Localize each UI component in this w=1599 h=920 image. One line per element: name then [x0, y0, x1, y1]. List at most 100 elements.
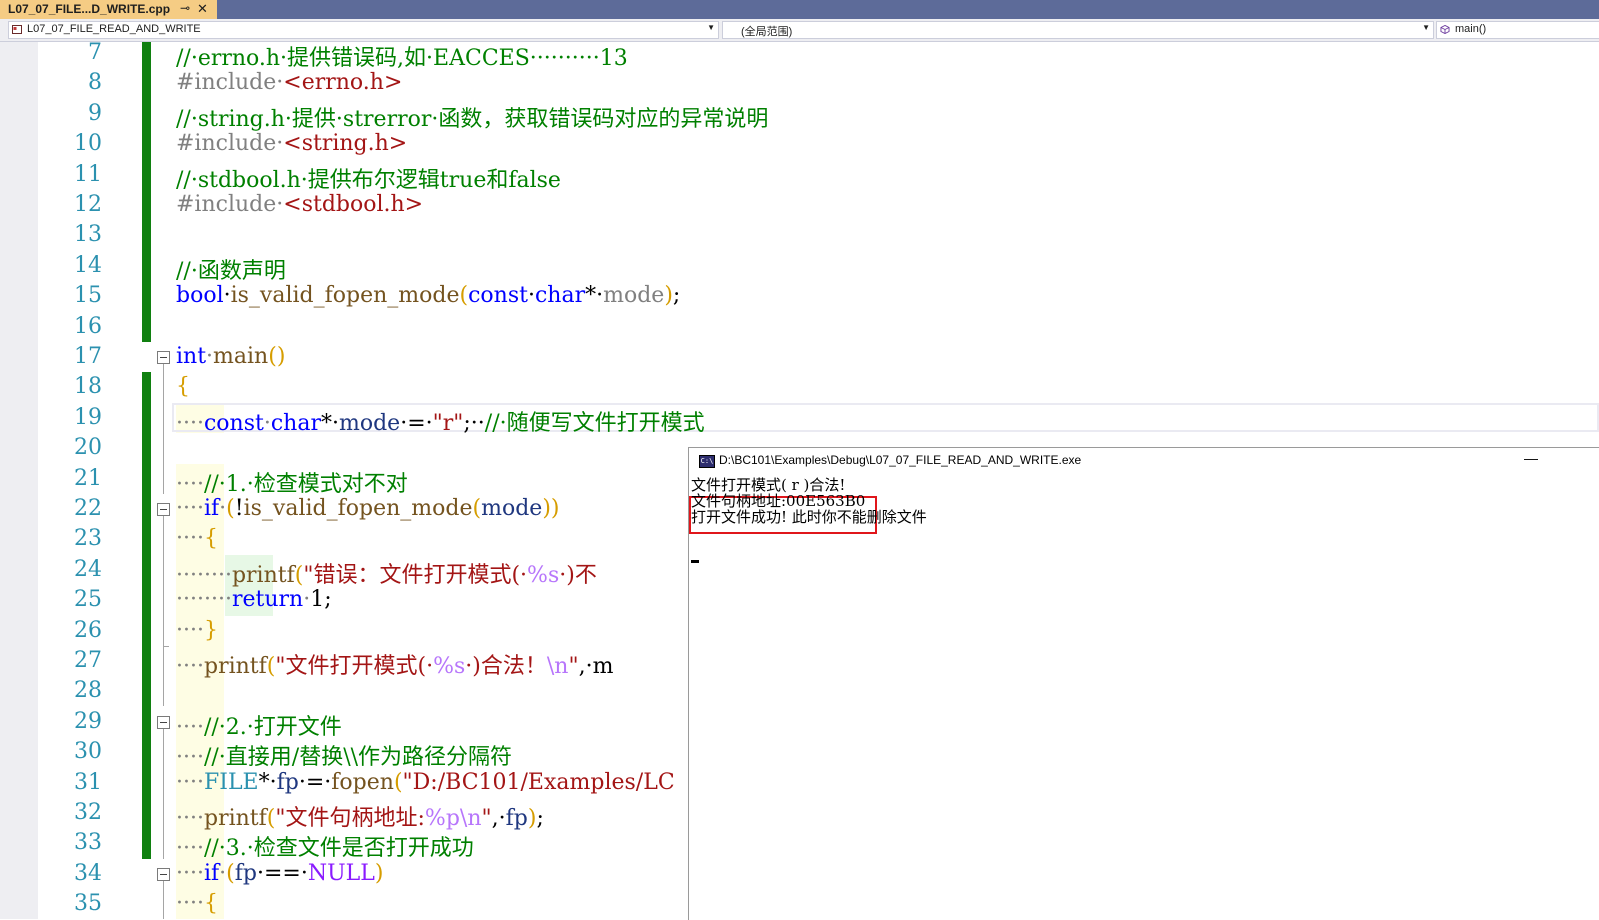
code-line[interactable]: ····if·(!is_valid_fopen_mode(mode))	[176, 496, 560, 521]
line-number: 34	[74, 860, 102, 886]
collapse-if-icon[interactable]	[157, 868, 170, 881]
line-number: 24	[74, 556, 102, 582]
parameter-name: mode	[603, 283, 665, 309]
keyword: char	[534, 283, 586, 309]
code-line[interactable]: ····//·1.·检查模式对不对	[176, 466, 408, 498]
line-number: 12	[74, 192, 102, 217]
line-number: 7	[88, 42, 102, 65]
code-line[interactable]: //·stdbool.h·提供布尔逻辑true和false	[176, 162, 561, 194]
fold-guide	[163, 729, 164, 859]
string-literal: ·)合法！	[465, 654, 547, 679]
code-line[interactable]: int·main()	[176, 344, 285, 369]
code-line[interactable]: //·string.h·提供·strerror·函数，获取错误码对应的异常说明	[176, 101, 768, 133]
comment-text: //·1.·检查模式对不对	[203, 471, 408, 497]
variable-name: fp	[505, 806, 528, 831]
variable-name: mode	[338, 410, 401, 436]
member-dropdown[interactable]: main()	[1436, 21, 1599, 39]
include-header: <stdbool.h>	[283, 192, 424, 217]
format-specifier: %s	[433, 654, 466, 679]
pin-tab-icon[interactable]: ⊸	[180, 1, 190, 15]
member-dropdown-value: main()	[1455, 23, 1487, 35]
chevron-down-icon[interactable]: ▼	[1422, 23, 1430, 32]
keyword: int	[176, 344, 207, 369]
scope-dropdown[interactable]: (全局范围) ▼	[722, 21, 1434, 39]
code-line[interactable]: ····//·直接用/替换\\作为路径分隔符	[176, 739, 512, 771]
code-line[interactable]: #include·<string.h>	[176, 131, 407, 156]
collapse-main-icon[interactable]	[157, 351, 170, 364]
function-name: printf	[203, 654, 267, 679]
line-number: 26	[74, 617, 102, 643]
keyword: return	[231, 587, 304, 613]
code-line[interactable]: #include·<errno.h>	[176, 70, 402, 95]
change-tracking-bar	[142, 372, 151, 859]
comment-text: //·函数声明	[176, 258, 286, 284]
fold-guide	[163, 364, 164, 494]
collapse-comment-icon[interactable]	[157, 716, 170, 729]
line-number: 13	[74, 222, 102, 248]
code-line[interactable]: ····const·char*·mode·=·"r";··//·随便写文件打开模…	[176, 405, 705, 437]
string-literal: "r"	[432, 410, 464, 436]
code-line[interactable]: //·函数声明	[176, 253, 286, 285]
variable-name: fp	[234, 860, 257, 886]
brace: {	[203, 526, 218, 552]
function-name: is_valid_fopen_mode	[243, 496, 473, 521]
project-dropdown[interactable]: L07_07_FILE_READ_AND_WRITE ▼	[8, 21, 719, 39]
glyph-margin[interactable]	[0, 42, 38, 919]
code-line[interactable]: //·errno.h·提供错误码,如·EACCES··········13	[176, 42, 628, 72]
line-number-gutter: 7 8 9 10 11 12 13 14 15 16 17 18 19 20 21 22 23 24 25 26 27 2…	[38, 42, 118, 919]
number-literal: 1	[310, 587, 325, 613]
console-line: 文件句柄地址:00E563B0	[691, 492, 866, 510]
code-line[interactable]: ····{	[176, 891, 218, 916]
fold-guide	[163, 516, 164, 646]
keyword: if	[203, 860, 220, 886]
console-window[interactable]: C:\ D:\BC101\Examples\Debug\L07_07_FILE_…	[688, 447, 1599, 920]
project-dropdown-value: L07_07_FILE_READ_AND_WRITE	[27, 23, 201, 35]
variable-name: mode	[481, 496, 543, 521]
code-line[interactable]: ····FILE*·fp·=·fopen("D:/BC101/Examples/…	[176, 770, 675, 795]
text-cursor	[691, 560, 699, 563]
code-line[interactable]: bool·is_valid_fopen_mode(const·char*·mod…	[176, 283, 680, 308]
code-line[interactable]: #include·<stdbool.h>	[176, 192, 423, 217]
line-number: 17	[74, 344, 102, 369]
minimize-button[interactable]: —	[1524, 450, 1538, 466]
code-line[interactable]: ····//·3.·检查文件是否打开成功	[176, 830, 474, 862]
code-line[interactable]: ····{	[176, 526, 218, 551]
document-tab-title[interactable]: L07_07_FILE...D_WRITE.cpp	[8, 2, 170, 16]
line-number: 32	[74, 800, 102, 825]
line-number: 25	[74, 587, 102, 613]
function-cube-icon	[1440, 25, 1450, 34]
code-line[interactable]: ········printf("错误：文件打开模式(·%s·)不	[176, 557, 597, 589]
code-line[interactable]: ····printf("文件打开模式(·%s·)合法！\n",·m	[176, 648, 613, 680]
macro-name: NULL	[307, 860, 375, 886]
code-line[interactable]: ········return·1;	[176, 587, 332, 612]
chevron-down-icon[interactable]: ▼	[707, 23, 715, 32]
console-output[interactable]: 文件打开模式( r )合法! 文件句柄地址:00E563B0 打开文件成功! 此…	[689, 474, 1599, 920]
variable-name: fp	[276, 769, 299, 795]
paren: (	[459, 283, 469, 309]
collapse-if-icon[interactable]	[157, 503, 170, 516]
code-line[interactable]: ····}	[176, 618, 218, 643]
code-line[interactable]: {	[176, 374, 190, 399]
comment-text: //·string.h·提供·strerror·函数，获取错误码对应的异常说明	[176, 106, 769, 132]
code-line[interactable]: ····printf("文件句柄地址:%p\n",·fp);	[176, 800, 544, 832]
document-tab[interactable]: L07_07_FILE...D_WRITE.cpp ⊸ ✕	[0, 0, 217, 19]
document-tab-strip: L07_07_FILE...D_WRITE.cpp ⊸ ✕	[0, 0, 1599, 19]
include-header: <errno.h>	[283, 70, 403, 96]
fold-guide	[163, 646, 164, 706]
type-name: FILE	[203, 769, 259, 795]
close-tab-icon[interactable]: ✕	[197, 1, 208, 17]
brace: {	[176, 374, 190, 400]
preprocessor-directive: #include·	[176, 192, 284, 217]
line-number: 20	[74, 435, 102, 461]
string-literal: "文件句柄地址:	[275, 806, 425, 831]
line-number: 9	[88, 100, 102, 126]
navigation-bar: L07_07_FILE_READ_AND_WRITE ▼ (全局范围) ▼ ma…	[0, 19, 1599, 42]
line-number: 29	[74, 708, 102, 734]
paren: )	[664, 283, 673, 309]
code-line[interactable]: ····if·(fp·==·NULL)	[176, 861, 383, 886]
function-name: main	[213, 344, 269, 369]
paren: ()	[268, 344, 286, 369]
console-title-bar[interactable]: C:\ D:\BC101\Examples\Debug\L07_07_FILE_…	[689, 448, 1599, 472]
line-number: 16	[74, 313, 102, 339]
code-line[interactable]: ····//·2.·打开文件	[176, 709, 342, 741]
